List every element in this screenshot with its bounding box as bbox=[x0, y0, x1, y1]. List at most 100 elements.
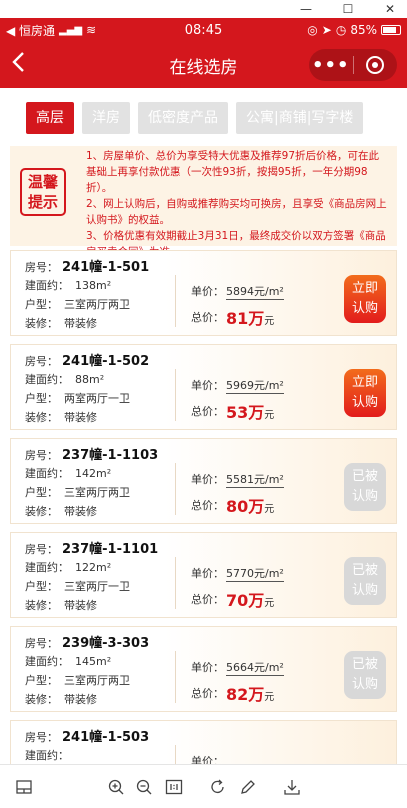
main-content[interactable]: 高层 洋房 低密度产品 公寓|商铺|写字楼 温馨 提示 1、房屋单价、总价为享受… bbox=[0, 88, 407, 764]
area-label: 建面约： bbox=[25, 279, 69, 292]
area-label: 建面约： bbox=[25, 749, 69, 762]
layout-label: 户型： bbox=[25, 486, 58, 499]
total-price-label: 总价： bbox=[191, 593, 224, 606]
subscribe-button-label: 立即 认购 bbox=[351, 375, 378, 410]
room-number: 房号： 241幢-1-502 bbox=[25, 350, 149, 369]
layout-value: 三室两厅两卫 bbox=[64, 674, 130, 687]
close-icon[interactable]: ✕ bbox=[381, 2, 399, 16]
download-icon[interactable] bbox=[282, 777, 302, 797]
layout-label: 户型： bbox=[25, 674, 58, 687]
rotate-icon[interactable] bbox=[208, 777, 228, 797]
mini-program-capsule: ••• bbox=[309, 49, 397, 81]
listing-card[interactable]: 房号： 237幢-1-1103 建面约： 142m² 户型： 三室两厅两卫 装修： 带装修 单价… bbox=[10, 438, 397, 524]
sidebar-icon[interactable] bbox=[14, 777, 34, 797]
listing-card[interactable]: 房号： 241幢-1-501 建面约： 138m² 户型： 三室两厅两卫 装修： 带装修 单价：… bbox=[10, 250, 397, 336]
room-label: 房号： bbox=[25, 261, 58, 274]
actual-size-icon[interactable] bbox=[164, 777, 184, 797]
total-price-value: 53万 bbox=[226, 403, 265, 422]
decor-label: 装修： bbox=[25, 411, 58, 424]
room-number: 房号： 237幢-1-1103 bbox=[25, 444, 158, 463]
subscribe-button[interactable]: 立即 认购 bbox=[344, 275, 386, 323]
decor-value: 带装修 bbox=[64, 693, 97, 706]
layout-label: 户型： bbox=[25, 580, 58, 593]
status-bar: ◀ 恒房通 ▂▄▆ ≋ 08:45 ◎ ➤ ◷ 85% bbox=[0, 18, 407, 42]
notice-box: 温馨 提示 1、房屋单价、总价为享受特大优惠及推荐97折后价格，可在此基础上再享… bbox=[10, 146, 397, 258]
room-value: 241幢-1-501 bbox=[62, 260, 150, 275]
unit-price-value: 5581元/m² bbox=[226, 473, 284, 488]
notice-badge-line2: 提示 bbox=[27, 193, 58, 211]
listing-card[interactable]: 房号： 241幢-1-502 建面约： 88m² 户型： 两室两厅一卫 装修： 带装修 单价： 5… bbox=[10, 344, 397, 430]
decor-value: 带装修 bbox=[64, 411, 97, 424]
window-controls: — ☐ ✕ bbox=[0, 0, 407, 18]
card-divider bbox=[175, 463, 176, 515]
total-price: 82万元 bbox=[226, 681, 274, 705]
subscribe-button-label: 立即 认购 bbox=[351, 281, 378, 316]
total-price-unit: 元 bbox=[264, 692, 275, 703]
room-value: 241幢-1-502 bbox=[62, 354, 150, 369]
tab-low-density[interactable]: 低密度产品 bbox=[138, 102, 228, 134]
notice-line-1: 1、房屋单价、总价为享受特大优惠及推荐97折后价格，可在此基础上再享付款优惠（一… bbox=[86, 150, 380, 194]
layout-label: 户型： bbox=[25, 392, 58, 405]
card-divider bbox=[175, 275, 176, 327]
close-miniprogram-button[interactable] bbox=[354, 56, 398, 74]
unit-price-value: 5969元/m² bbox=[226, 379, 284, 394]
listing-card[interactable]: 房号： 239幢-3-303 建面约： 145m² 户型： 三室两厅两卫 装修： 带装修 单价：… bbox=[10, 626, 397, 712]
decor-value: 带装修 bbox=[64, 599, 97, 612]
alarm-icon: ◎ bbox=[307, 23, 318, 37]
tab-high-rise[interactable]: 高层 bbox=[26, 102, 74, 134]
tab-villa-apartment[interactable]: 洋房 bbox=[82, 102, 130, 134]
listing-card[interactable]: 房号： 237幢-1-1101 建面约： 122m² 户型： 三室两厅一卫 装修： 带装修 单价… bbox=[10, 532, 397, 618]
zoom-out-icon[interactable] bbox=[134, 777, 154, 797]
decor-row: 装修： 带装修 bbox=[25, 597, 97, 613]
notice-line-2: 2、网上认购后，自购或推荐购买均可换房，且享受《商品房网上认购书》的权益。 bbox=[86, 198, 387, 226]
subscribe-button[interactable]: 立即 认购 bbox=[344, 369, 386, 417]
total-price: 81万元 bbox=[226, 305, 274, 329]
zoom-in-icon[interactable] bbox=[106, 777, 126, 797]
maximize-icon[interactable]: ☐ bbox=[339, 2, 357, 16]
room-label: 房号： bbox=[25, 637, 58, 650]
room-number: 房号： 239幢-3-303 bbox=[25, 632, 149, 651]
decor-row: 装修： 带装修 bbox=[25, 503, 97, 519]
room-label: 房号： bbox=[25, 355, 58, 368]
total-price-value: 70万 bbox=[226, 591, 265, 610]
wifi-icon: ≋ bbox=[86, 23, 97, 37]
edit-icon[interactable] bbox=[238, 777, 258, 797]
listing-card[interactable]: 房号：241幢-1-503建面约：户型：装修：单价：总价： bbox=[10, 720, 397, 764]
area-row: 建面约： 145m² bbox=[25, 653, 111, 669]
area-label: 建面约： bbox=[25, 373, 69, 386]
carrier-label: ◀ 恒房通 bbox=[6, 23, 56, 38]
minimize-icon[interactable]: — bbox=[297, 2, 315, 16]
total-price-value: 81万 bbox=[226, 309, 265, 328]
decor-label: 装修： bbox=[25, 599, 58, 612]
card-divider bbox=[175, 369, 176, 421]
unit-price-label: 单价： bbox=[191, 473, 224, 486]
notice-badge-line1: 温馨 bbox=[27, 173, 58, 191]
area-value: 88m² bbox=[75, 373, 105, 386]
sold-button: 已被 认购 bbox=[344, 557, 386, 605]
decor-label: 装修： bbox=[25, 505, 58, 518]
more-menu-button[interactable]: ••• bbox=[309, 55, 353, 76]
room-value: 239幢-3-303 bbox=[62, 636, 150, 651]
layout-value: 两室两厅一卫 bbox=[64, 392, 130, 405]
decor-value: 带装修 bbox=[64, 505, 97, 518]
area-value: 138m² bbox=[75, 279, 112, 292]
bottom-toolbar bbox=[0, 764, 407, 808]
battery-percent: 85% bbox=[350, 23, 377, 37]
back-button[interactable] bbox=[0, 42, 36, 88]
target-icon bbox=[366, 56, 385, 74]
total-price-label: 总价： bbox=[191, 687, 224, 700]
decor-label: 装修： bbox=[25, 317, 58, 330]
area-row: 建面约： 138m² bbox=[25, 277, 111, 293]
area-row: 建面约： 142m² bbox=[25, 465, 111, 481]
tab-commercial[interactable]: 公寓|商铺|写字楼 bbox=[236, 102, 364, 134]
total-price-value: 82万 bbox=[226, 685, 265, 704]
total-price-label: 总价： bbox=[191, 405, 224, 418]
layout-row: 户型： 两室两厅一卫 bbox=[25, 390, 130, 406]
layout-row: 户型： 三室两厅两卫 bbox=[25, 296, 130, 312]
location-icon: ➤ bbox=[321, 23, 332, 37]
layout-value: 三室两厅两卫 bbox=[64, 486, 130, 499]
area-label: 建面约： bbox=[25, 561, 69, 574]
room-value: 237幢-1-1103 bbox=[62, 448, 159, 463]
card-divider bbox=[175, 557, 176, 609]
sold-button: 已被 认购 bbox=[344, 651, 386, 699]
